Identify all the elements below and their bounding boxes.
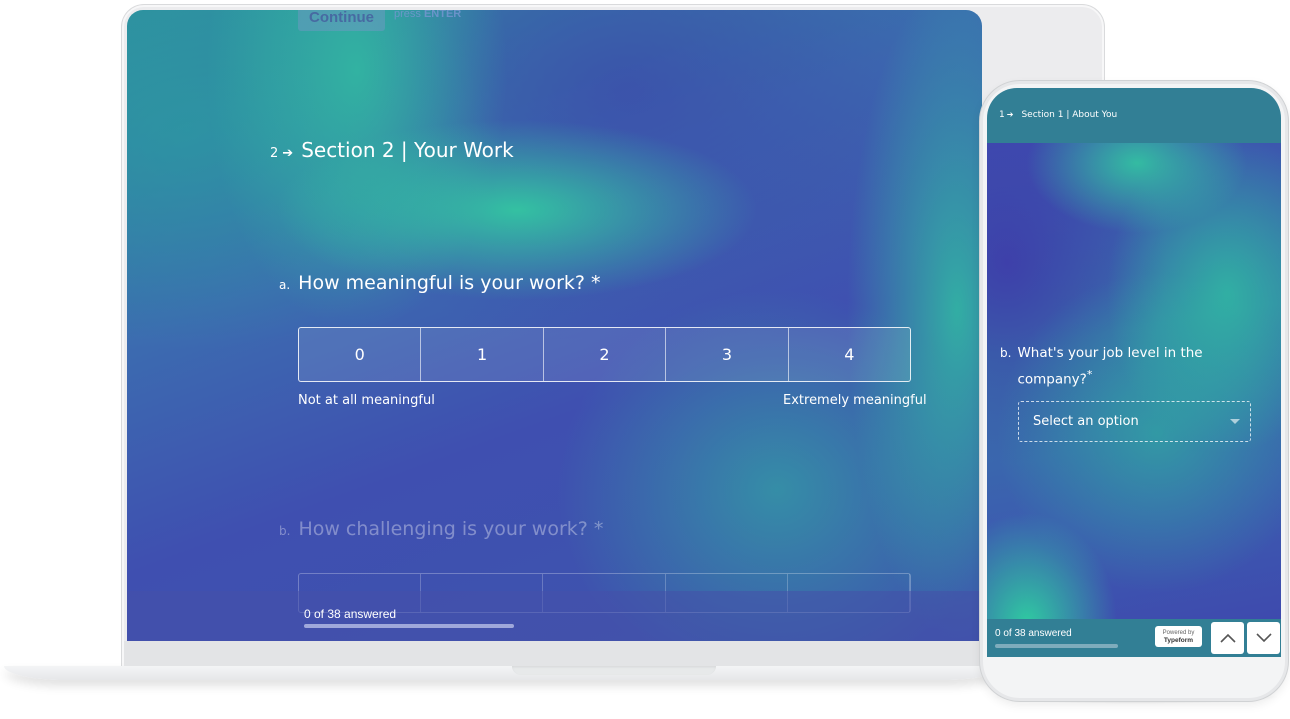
chevron-up-icon <box>1219 633 1236 643</box>
arrow-right-icon: ➔ <box>282 146 294 161</box>
progress-text: 0 of 38 answered <box>995 628 1072 639</box>
press-key-text: ENTER <box>423 10 462 20</box>
press-enter-hint: press ENTER <box>394 10 461 20</box>
section-heading: 2 ➔ Section 2 | Your Work <box>270 138 514 162</box>
progress-text: 0 of 38 answered <box>304 607 397 621</box>
chevron-down-icon <box>1255 633 1272 643</box>
scale-option-1[interactable]: 1 <box>421 328 544 381</box>
progress-bar <box>995 644 1118 648</box>
section-number: 1 <box>999 110 1005 120</box>
phone-section-heading: 1 ➔ Section 1 | About You <box>999 110 1117 120</box>
phone-screen: b. What's your job level in the company?… <box>987 143 1281 619</box>
phone-progress-footer: 0 of 38 answered Powered by Typeform <box>987 619 1281 657</box>
previous-question-button[interactable] <box>1211 622 1244 654</box>
laptop-bezel-bottom <box>124 641 1102 666</box>
continue-button[interactable]: Continue <box>298 10 385 31</box>
caret-down-icon <box>1230 419 1240 424</box>
question-letter: b. <box>1000 346 1012 360</box>
phone-header: 1 ➔ Section 1 | About You <box>987 88 1281 143</box>
laptop-base <box>4 666 1004 680</box>
progress-bar <box>304 624 514 628</box>
question-letter: a. <box>279 278 291 292</box>
dropdown-placeholder: Select an option <box>1033 414 1139 429</box>
question-a: a. How meaningful is your work? * <box>279 272 601 294</box>
scale-option-0[interactable]: 0 <box>299 328 422 381</box>
brand-name: Typeform <box>1163 636 1194 644</box>
scale-label-low: Not at all meaningful <box>298 393 435 408</box>
section-number: 2 <box>270 146 279 161</box>
question-text: How challenging is your work? * <box>298 518 604 540</box>
question-text: What's your job level in the company? <box>1017 345 1203 388</box>
opinion-scale: 0 1 2 3 4 <box>298 327 911 382</box>
powered-by-typeform-badge[interactable]: Powered by Typeform <box>1155 626 1202 647</box>
arrow-right-icon: ➔ <box>1006 110 1014 119</box>
scale-option-4[interactable]: 4 <box>789 328 910 381</box>
phone-frame: 1 ➔ Section 1 | About You b. What's your… <box>980 81 1288 701</box>
job-level-dropdown[interactable]: Select an option <box>1018 401 1251 442</box>
powered-by-text: Powered by <box>1162 629 1195 636</box>
scale-option-2[interactable]: 2 <box>544 328 667 381</box>
laptop-screen: Continue press ENTER 2 ➔ Section 2 | You… <box>127 10 982 641</box>
phone-question: b. What's your job level in the company?… <box>1000 343 1230 391</box>
laptop-notch <box>512 666 716 675</box>
scale-option-3[interactable]: 3 <box>666 328 789 381</box>
section-title: Section 1 | About You <box>1021 110 1118 120</box>
question-text: How meaningful is your work? * <box>298 272 601 294</box>
question-b: b. How challenging is your work? * <box>279 518 603 540</box>
progress-footer: 0 of 38 answered <box>127 591 982 641</box>
press-hint-text: press <box>394 10 421 20</box>
required-mark: * <box>1086 368 1093 381</box>
section-title: Section 2 | Your Work <box>301 138 514 162</box>
next-question-button[interactable] <box>1247 622 1280 654</box>
question-letter: b. <box>279 524 291 538</box>
scale-label-high: Extremely meaningful <box>783 393 927 408</box>
